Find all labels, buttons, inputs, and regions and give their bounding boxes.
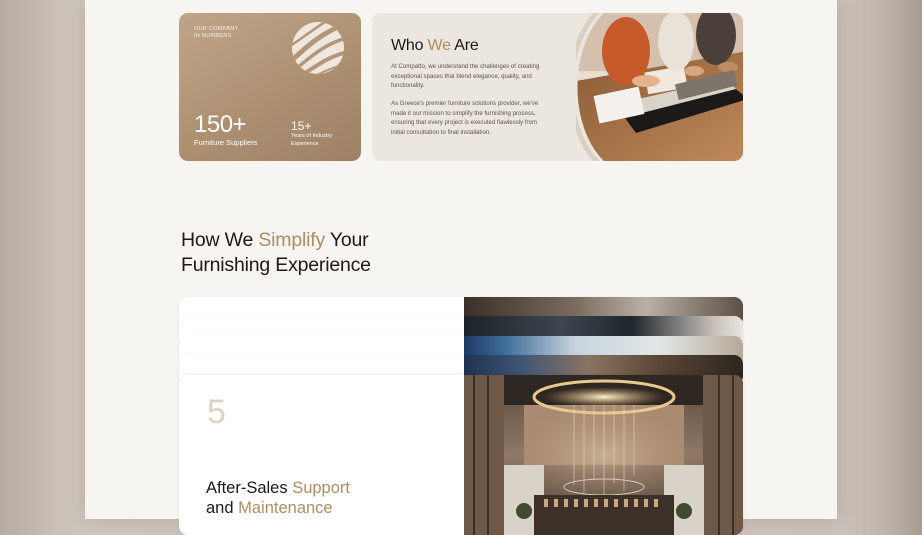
step-title-line1: After-Sales Support [206,478,406,498]
stock-watermark: iStock [355,508,387,519]
suppliers-label: Furniture Suppliers [194,138,258,147]
section-title-line2: Furnishing Experience [181,254,371,276]
company-stats-card: OUR COMPANY IN NUMBERS 150+ Furniture Su… [179,13,361,161]
who-we-are-title: Who We Are [391,37,479,55]
who-title-post: Are [450,37,479,54]
section-title-post: Your [325,229,369,251]
step-title-accent2: Maintenance [238,499,333,517]
years-label-line1: Years of Industry [291,133,333,139]
step-title-mid: and [206,499,239,517]
who-title-accent: We [427,37,452,54]
section-title-pre: How We [181,229,259,251]
stats-eyebrow: OUR COMPANY IN NUMBERS [194,26,254,40]
suppliers-count: 150+ [194,111,247,138]
step-title-pre: After-Sales [206,479,293,497]
stats-eyebrow-line2: IN NUMBERS [194,33,232,39]
process-card-5[interactable]: 5 After-Sales Support and Maintenance iS… [179,375,743,535]
step-title-accent1: Support [292,479,350,497]
years-label: Years of Industry Experience [291,133,341,148]
step-number: 5 [207,393,226,431]
who-paragraph-1: At Compatto, we understand the challenge… [391,63,540,90]
years-label-line2: Experience [291,140,319,147]
marble-emblem-icon [292,22,344,74]
years-count: 15+ [291,119,312,133]
stats-eyebrow-line1: OUR COMPANY [194,26,239,32]
team-meeting-photo [576,13,743,161]
interior-lobby-photo [464,375,743,535]
who-we-are-card: Who We Are At Compatto, we understand th… [372,13,743,161]
section-title-line1: How We Simplify Your [181,228,441,253]
process-section-title: How We Simplify Your Furnishing Experien… [181,228,441,278]
who-title-pre: Who [391,37,428,54]
section-title-accent: Simplify [258,229,326,251]
who-paragraph-2: As Greece's premier furniture solutions … [391,100,539,136]
page-panel: OUR COMPANY IN NUMBERS 150+ Furniture Su… [85,0,837,535]
